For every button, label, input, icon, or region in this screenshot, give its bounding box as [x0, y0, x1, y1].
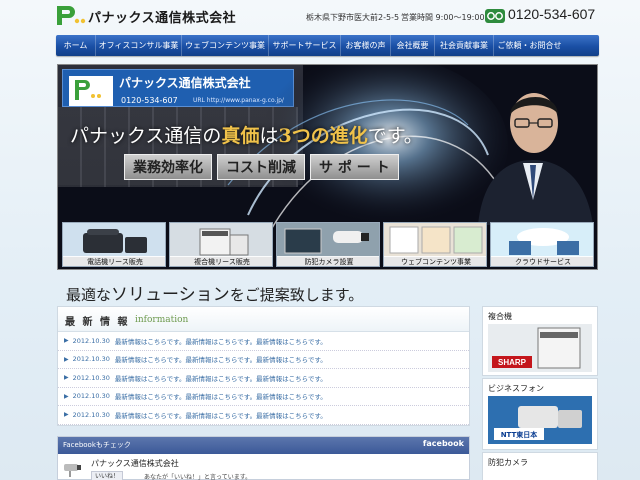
- headline-emphasis: 3つの進化: [278, 125, 368, 147]
- thumb-web-content[interactable]: ウェブコンテンツ事業: [383, 222, 487, 267]
- ntt-brand: NTT東日本: [501, 430, 538, 439]
- sidebar-business-phone[interactable]: ビジネスフォン NTT東日本: [482, 378, 598, 450]
- news-list: ▶ 2012.10.30 最新情報はこちらです。最新情報はこちらです。最新情報はこち…: [58, 332, 469, 425]
- facebook-logo[interactable]: facebook: [423, 439, 464, 448]
- bullet-arrow-icon: ▶: [64, 411, 69, 419]
- bullet-arrow-icon: ▶: [64, 374, 69, 382]
- site-header: パナックス通信株式会社 栃木県下野市医大前2-5-5 営業時間 9:00〜19:…: [56, 4, 600, 30]
- pill-support: サ ポ ー ト: [310, 154, 399, 180]
- facebook-title: Facebookもチェック: [63, 441, 131, 449]
- news-item[interactable]: ▶ 2012.10.30 最新情報はこちらです。最新情報はこちらです。最新情報はこち…: [58, 369, 469, 388]
- bullet-arrow-icon: ▶: [64, 355, 69, 363]
- sharp-copier-icon: SHARP: [488, 324, 592, 372]
- pill-cost-reduction: コスト削減: [217, 154, 305, 180]
- news-item[interactable]: ▶ 2012.10.30 最新情報はこちらです。最新情報はこちらです。最新情報はこち…: [58, 332, 469, 351]
- news-date: 2012.10.30: [72, 336, 110, 345]
- thumb-cloud-service[interactable]: クラウドサービス: [490, 222, 594, 267]
- company-name[interactable]: パナックス通信株式会社: [88, 7, 236, 26]
- headline-part: です。: [367, 125, 423, 147]
- web-pages-icon: [384, 223, 486, 257]
- company-logo-icon[interactable]: [56, 4, 86, 26]
- free-dial-icon: [485, 9, 505, 23]
- thumb-security-camera[interactable]: 防犯カメラ設置: [276, 222, 380, 267]
- security-camera-avatar-icon[interactable]: [62, 459, 84, 479]
- nav-item[interactable]: 会社概要: [391, 35, 435, 56]
- facebook-widget: Facebookもチェック facebook パナックス通信株式会社 いいね！ …: [57, 436, 470, 480]
- news-text[interactable]: 最新情報はこちらです。最新情報はこちらです。最新情報はこちらです。: [115, 391, 327, 401]
- sidebar-label: 複合機: [488, 312, 512, 321]
- company-address: 栃木県下野市医大前2-5-5: [306, 13, 400, 22]
- headline-part: は: [259, 125, 279, 147]
- sign-phone: 0120-534-607: [121, 96, 178, 105]
- value-pills: 業務効率化 コスト削減 サ ポ ー ト: [124, 154, 399, 180]
- sidebar-security-camera[interactable]: 防犯カメラ: [482, 452, 598, 480]
- copier-icon: [170, 223, 272, 257]
- nav-item[interactable]: ホーム: [56, 35, 96, 56]
- news-item[interactable]: ▶ 2012.10.30 最新情報はこちらです。最新情報はこちらです。最新情報はこち…: [58, 406, 469, 425]
- news-subtitle: information: [135, 315, 189, 325]
- thumb-copier-lease[interactable]: 複合機リース販売: [169, 222, 273, 267]
- thumb-label: 複合機リース販売: [170, 256, 272, 266]
- headline-part: パナックス通信の: [70, 125, 222, 147]
- tagline-emphasis: ソリューション: [111, 285, 230, 305]
- news-text[interactable]: 最新情報はこちらです。最新情報はこちらです。最新情報はこちらです。: [115, 354, 327, 364]
- thumb-label: 防犯カメラ設置: [277, 256, 379, 266]
- headline-emphasis: 真価: [221, 125, 260, 147]
- nav-item[interactable]: 社会貢献事業: [435, 35, 494, 56]
- news-date: 2012.10.30: [72, 410, 110, 419]
- news-text[interactable]: 最新情報はこちらです。最新情報はこちらです。最新情報はこちらです。: [115, 336, 327, 346]
- hero-banner: パナックス通信株式会社 0120-534-607 URL http://www.…: [57, 64, 598, 270]
- like-button[interactable]: いいね！: [91, 471, 124, 480]
- pill-efficiency: 業務効率化: [124, 154, 212, 180]
- news-date: 2012.10.30: [72, 355, 110, 364]
- office-phone-icon: [63, 223, 165, 257]
- news-item[interactable]: ▶ 2012.10.30 最新情報はこちらです。最新情報はこちらです。最新情報はこち…: [58, 351, 469, 369]
- nav-item[interactable]: お客様の声: [341, 35, 391, 56]
- sidebar-label: ビジネスフォン: [488, 384, 544, 393]
- like-status: あなたが「いいね！」と言っています。: [144, 474, 252, 480]
- service-thumbnails: 電話機リース販売 複合機リース販売 防犯カメラ設置 ウェブコンテンツ事業 クラウ…: [62, 222, 596, 267]
- nav-item[interactable]: オフィスコンサル事業: [96, 35, 182, 56]
- thumb-label: 電話機リース販売: [63, 256, 165, 266]
- sidebar-copier[interactable]: 複合機 SHARP: [482, 306, 598, 376]
- facebook-page-name[interactable]: パナックス通信株式会社: [91, 458, 179, 469]
- bullet-arrow-icon: ▶: [64, 337, 69, 345]
- tagline-part: 最適な: [66, 286, 112, 304]
- spokesperson-photo: [478, 93, 593, 225]
- nav-item[interactable]: ご依頼・お問合せ: [494, 35, 565, 56]
- news-text[interactable]: 最新情報はこちらです。最新情報はこちらです。最新情報はこちらです。: [115, 410, 327, 420]
- tagline-part: をご提案致します。: [229, 286, 364, 304]
- hero-headline: パナックス通信の真価は3つの進化です。: [70, 121, 423, 148]
- facebook-header: Facebookもチェック facebook: [58, 437, 469, 454]
- ntt-phone-icon: NTT東日本: [488, 396, 592, 444]
- cloud-devices-icon: [491, 223, 593, 257]
- news-date: 2012.10.30: [72, 392, 110, 401]
- thumb-label: ウェブコンテンツ事業: [384, 256, 486, 266]
- news-date: 2012.10.30: [72, 373, 110, 382]
- sidebar-label: 防犯カメラ: [488, 458, 528, 467]
- nav-item[interactable]: ウェブコンテンツ事業: [182, 35, 269, 56]
- tagline: 最適なソリューションをご提案致します。: [66, 280, 363, 305]
- news-header: 最 新 情 報 information: [58, 307, 469, 332]
- nav-item[interactable]: サポートサービス: [269, 35, 341, 56]
- sign-logo-icon: [69, 76, 113, 106]
- news-title: 最 新 情 報: [65, 317, 130, 328]
- news-item[interactable]: ▶ 2012.10.30 最新情報はこちらです。最新情報はこちらです。最新情報はこち…: [58, 388, 469, 406]
- business-hours: 営業時間 9:00〜19:00: [401, 13, 485, 22]
- thumb-label: クラウドサービス: [491, 256, 593, 266]
- phone-number[interactable]: 0120-534-607: [508, 6, 595, 22]
- thumb-phone-lease[interactable]: 電話機リース販売: [62, 222, 166, 267]
- news-panel: 最 新 情 報 information ▶ 2012.10.30 最新情報はこちらで…: [57, 306, 470, 426]
- bullet-arrow-icon: ▶: [64, 392, 69, 400]
- sharp-brand: SHARP: [498, 358, 527, 367]
- news-text[interactable]: 最新情報はこちらです。最新情報はこちらです。最新情報はこちらです。: [115, 373, 327, 383]
- security-camera-icon: [277, 223, 379, 257]
- global-nav: ホーム オフィスコンサル事業 ウェブコンテンツ事業 サポートサービス お客様の声 会社概要…: [56, 35, 599, 56]
